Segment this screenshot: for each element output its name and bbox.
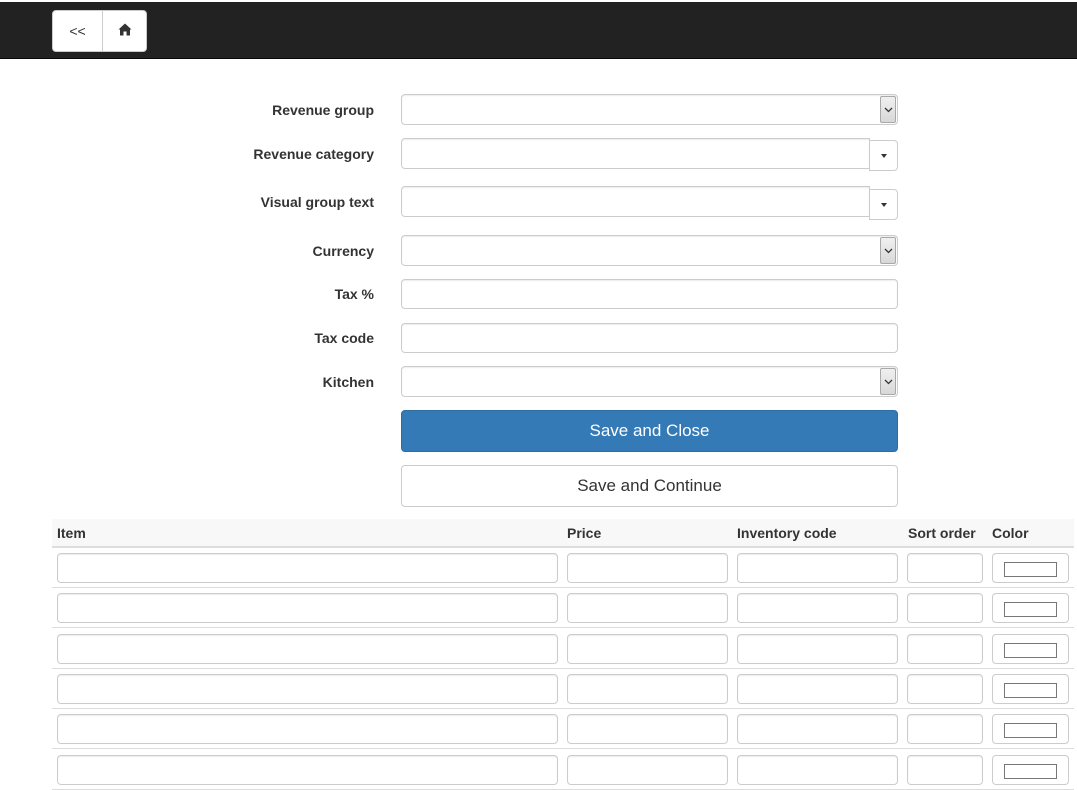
price-input[interactable] xyxy=(567,755,728,785)
color-swatch xyxy=(1004,683,1057,698)
color-swatch xyxy=(1004,723,1057,738)
chevron-down-icon[interactable] xyxy=(880,96,896,123)
visual-group-text-dropdown-button[interactable] xyxy=(869,189,898,220)
kitchen-label: Kitchen xyxy=(322,374,374,390)
kitchen-select[interactable] xyxy=(401,366,898,397)
chevron-down-icon[interactable] xyxy=(880,368,896,395)
revenue-group-select[interactable] xyxy=(401,94,898,125)
back-button[interactable]: << xyxy=(52,10,103,52)
color-picker[interactable] xyxy=(992,755,1069,785)
inventory-code-input[interactable] xyxy=(737,755,898,785)
color-swatch xyxy=(1004,764,1057,779)
inventory-code-input[interactable] xyxy=(737,553,898,583)
color-swatch xyxy=(1004,562,1057,577)
table-row xyxy=(52,629,1074,669)
caret-down-icon xyxy=(880,153,887,158)
visual-group-text-input[interactable] xyxy=(401,186,870,217)
inventory-code-input[interactable] xyxy=(737,674,898,704)
revenue-category-dropdown-button[interactable] xyxy=(869,140,898,171)
sort-order-input[interactable] xyxy=(907,714,983,744)
item-input[interactable] xyxy=(57,593,558,623)
sort-order-input[interactable] xyxy=(907,755,983,785)
column-header-inventory-code: Inventory code xyxy=(737,525,837,541)
price-input[interactable] xyxy=(567,634,728,664)
sort-order-input[interactable] xyxy=(907,634,983,664)
column-header-color: Color xyxy=(992,525,1029,541)
top-navbar: << xyxy=(0,2,1077,59)
item-input[interactable] xyxy=(57,674,558,704)
column-header-price: Price xyxy=(567,525,602,541)
currency-select[interactable] xyxy=(401,235,898,266)
color-picker[interactable] xyxy=(992,714,1069,744)
item-input[interactable] xyxy=(57,634,558,664)
color-swatch xyxy=(1004,602,1057,617)
item-input[interactable] xyxy=(57,714,558,744)
column-header-item: Item xyxy=(57,525,86,541)
chevron-down-icon[interactable] xyxy=(880,237,896,264)
price-input[interactable] xyxy=(567,553,728,583)
color-swatch xyxy=(1004,643,1057,658)
tax-percent-label: Tax % xyxy=(334,286,374,302)
tax-code-input[interactable] xyxy=(401,323,898,353)
home-icon xyxy=(118,23,132,39)
revenue-category-label: Revenue category xyxy=(253,146,374,162)
items-table-header: Item Price Inventory code Sort order Col… xyxy=(52,519,1074,548)
price-input[interactable] xyxy=(567,593,728,623)
table-row xyxy=(52,709,1074,749)
price-input[interactable] xyxy=(567,714,728,744)
table-row xyxy=(52,750,1074,790)
caret-down-icon xyxy=(880,202,887,207)
save-and-close-button[interactable]: Save and Close xyxy=(401,410,898,452)
visual-group-text-label: Visual group text xyxy=(260,194,374,210)
item-input[interactable] xyxy=(57,755,558,785)
home-button[interactable] xyxy=(102,10,147,52)
price-input[interactable] xyxy=(567,674,728,704)
inventory-code-input[interactable] xyxy=(737,714,898,744)
inventory-code-input[interactable] xyxy=(737,634,898,664)
table-row xyxy=(52,588,1074,628)
color-picker[interactable] xyxy=(992,674,1069,704)
save-and-continue-button[interactable]: Save and Continue xyxy=(401,465,898,507)
tax-code-label: Tax code xyxy=(314,330,374,346)
item-input[interactable] xyxy=(57,553,558,583)
table-row xyxy=(52,669,1074,709)
table-row xyxy=(52,548,1074,588)
color-picker[interactable] xyxy=(992,553,1069,583)
tax-percent-input[interactable] xyxy=(401,279,898,309)
color-picker[interactable] xyxy=(992,593,1069,623)
sort-order-input[interactable] xyxy=(907,553,983,583)
column-header-sort-order: Sort order xyxy=(908,525,976,541)
back-button-label: << xyxy=(69,23,86,39)
currency-label: Currency xyxy=(312,243,374,259)
color-picker[interactable] xyxy=(992,634,1069,664)
sort-order-input[interactable] xyxy=(907,593,983,623)
sort-order-input[interactable] xyxy=(907,674,983,704)
revenue-group-label: Revenue group xyxy=(272,102,374,118)
inventory-code-input[interactable] xyxy=(737,593,898,623)
revenue-category-input[interactable] xyxy=(401,138,870,169)
